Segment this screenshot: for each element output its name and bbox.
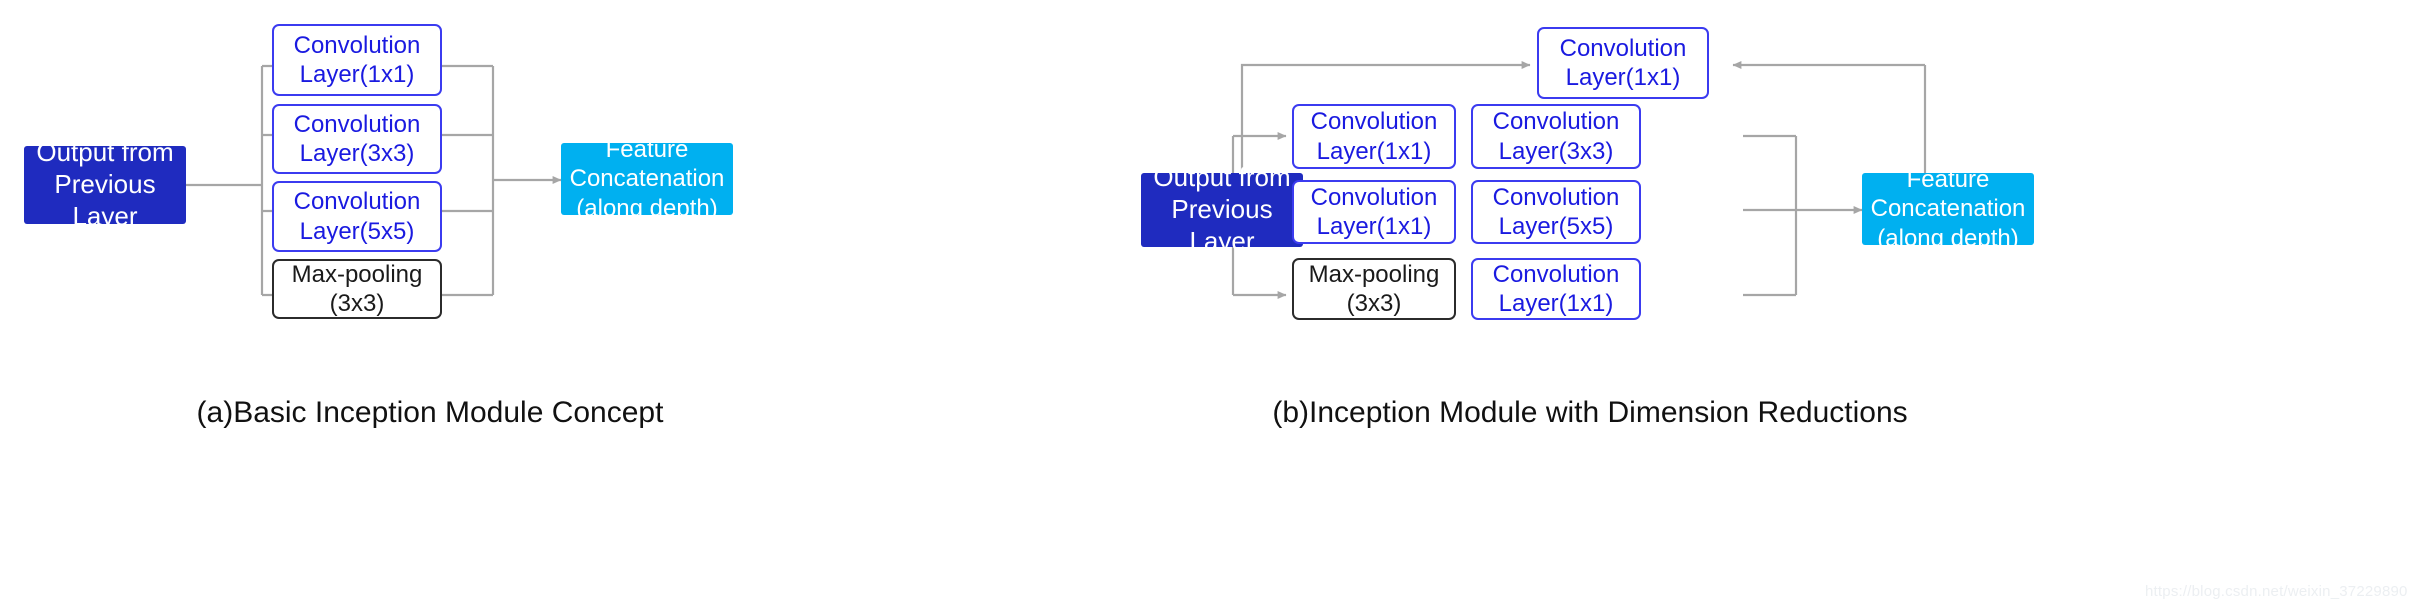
- watermark-text: https://blog.csdn.net/weixin_37229890: [2145, 583, 2408, 600]
- panel-b-row-0-second-line2: Layer(3x3): [1498, 137, 1614, 165]
- panel-a-branch-3-line1: Max-pooling: [291, 260, 423, 288]
- panel-b-row1-first-conv1x1[interactable]: Convolution Layer(1x1): [1292, 104, 1456, 169]
- panel-a-branch-0-line2: Layer(1x1): [299, 61, 415, 88]
- panel-b-row-0-first-line1: Convolution: [1310, 108, 1438, 136]
- panel-a-branch-2-line2: Layer(5x5): [299, 217, 415, 245]
- panel-a-output-line1: Feature: [605, 136, 689, 164]
- panel-b-output-block[interactable]: Feature Concatenation (along depth): [1862, 166, 2034, 252]
- panel-b-row2-first-conv1x1[interactable]: Convolution Layer(1x1): [1292, 180, 1456, 244]
- panel-b-row-1-first-line1: Convolution: [1310, 183, 1438, 211]
- panel-a-input-line1: Output from: [36, 137, 174, 168]
- panel-b-row-2-second-line2: Layer(1x1): [1498, 290, 1614, 317]
- panel-a-branch-conv5x5[interactable]: Convolution Layer(5x5): [272, 181, 442, 252]
- panel-b-top-branch-conv1x1[interactable]: Convolution Layer(1x1): [1537, 27, 1709, 99]
- panel-b-output-line2: Concatenation: [1870, 195, 2026, 223]
- panel-b-row-2-first-line1: Max-pooling: [1308, 260, 1440, 288]
- panel-b-input-line1: Output from: [1153, 162, 1291, 193]
- panel-b-output-line1: Feature: [1906, 166, 1990, 194]
- panel-b-row-0-first-line2: Layer(1x1): [1316, 137, 1432, 165]
- panel-b-row3-first-maxpool[interactable]: Max-pooling (3x3): [1292, 258, 1456, 320]
- panel-b-row-1-first-line2: Layer(1x1): [1316, 213, 1432, 240]
- panel-b-input-block[interactable]: Output from Previous Layer: [1141, 162, 1303, 256]
- panel-a-input-line2: Previous Layer: [54, 169, 156, 231]
- panel-a-caption: (a)Basic Inception Module Concept: [196, 396, 664, 429]
- panel-b-row-2-first-line2: (3x3): [1346, 290, 1402, 317]
- panel-a-branch-conv3x3[interactable]: Convolution Layer(3x3): [272, 104, 442, 174]
- panel-b-output-line3: (along depth): [1877, 224, 2019, 252]
- panel-b-row1-second-conv3x3[interactable]: Convolution Layer(3x3): [1471, 104, 1641, 169]
- panel-b-top-line1: Convolution: [1559, 34, 1687, 62]
- panel-a-output-line3: (along depth): [576, 194, 718, 222]
- panel-a-output-block[interactable]: Feature Concatenation (along depth): [561, 136, 733, 222]
- panel-b-caption: (b)Inception Module with Dimension Reduc…: [1272, 396, 1908, 429]
- panel-a-branch-maxpool[interactable]: Max-pooling (3x3): [272, 259, 442, 319]
- panel-b-row-0-second-line1: Convolution: [1492, 108, 1620, 136]
- panel-a-branch-3-line2: (3x3): [329, 290, 385, 317]
- panel-b-row-2-second-line1: Convolution: [1492, 260, 1620, 288]
- panel-a-branch-2-line1: Convolution: [293, 188, 421, 216]
- panel-b-top-line2: Layer(1x1): [1565, 64, 1681, 91]
- panel-a-output-line2: Concatenation: [569, 165, 725, 193]
- panel-a-branch-conv1x1[interactable]: Convolution Layer(1x1): [272, 24, 442, 96]
- panel-a-input-block[interactable]: Output from Previous Layer: [24, 137, 186, 231]
- panel-a-branch-1-line1: Convolution: [293, 110, 421, 138]
- diagram-canvas: Output from Previous Layer Convolution L…: [0, 0, 2434, 614]
- panel-b-row2-second-conv5x5[interactable]: Convolution Layer(5x5): [1471, 180, 1641, 244]
- panel-a-branch-0-line1: Convolution: [293, 31, 421, 59]
- panel-b-row-1-second-line1: Convolution: [1492, 183, 1620, 211]
- panel-b-row3-second-conv1x1[interactable]: Convolution Layer(1x1): [1471, 258, 1641, 320]
- panel-b-input-line2: Previous Layer: [1171, 194, 1273, 256]
- panel-b-row-1-second-line2: Layer(5x5): [1498, 213, 1614, 240]
- panel-a-branch-1-line2: Layer(3x3): [299, 140, 415, 167]
